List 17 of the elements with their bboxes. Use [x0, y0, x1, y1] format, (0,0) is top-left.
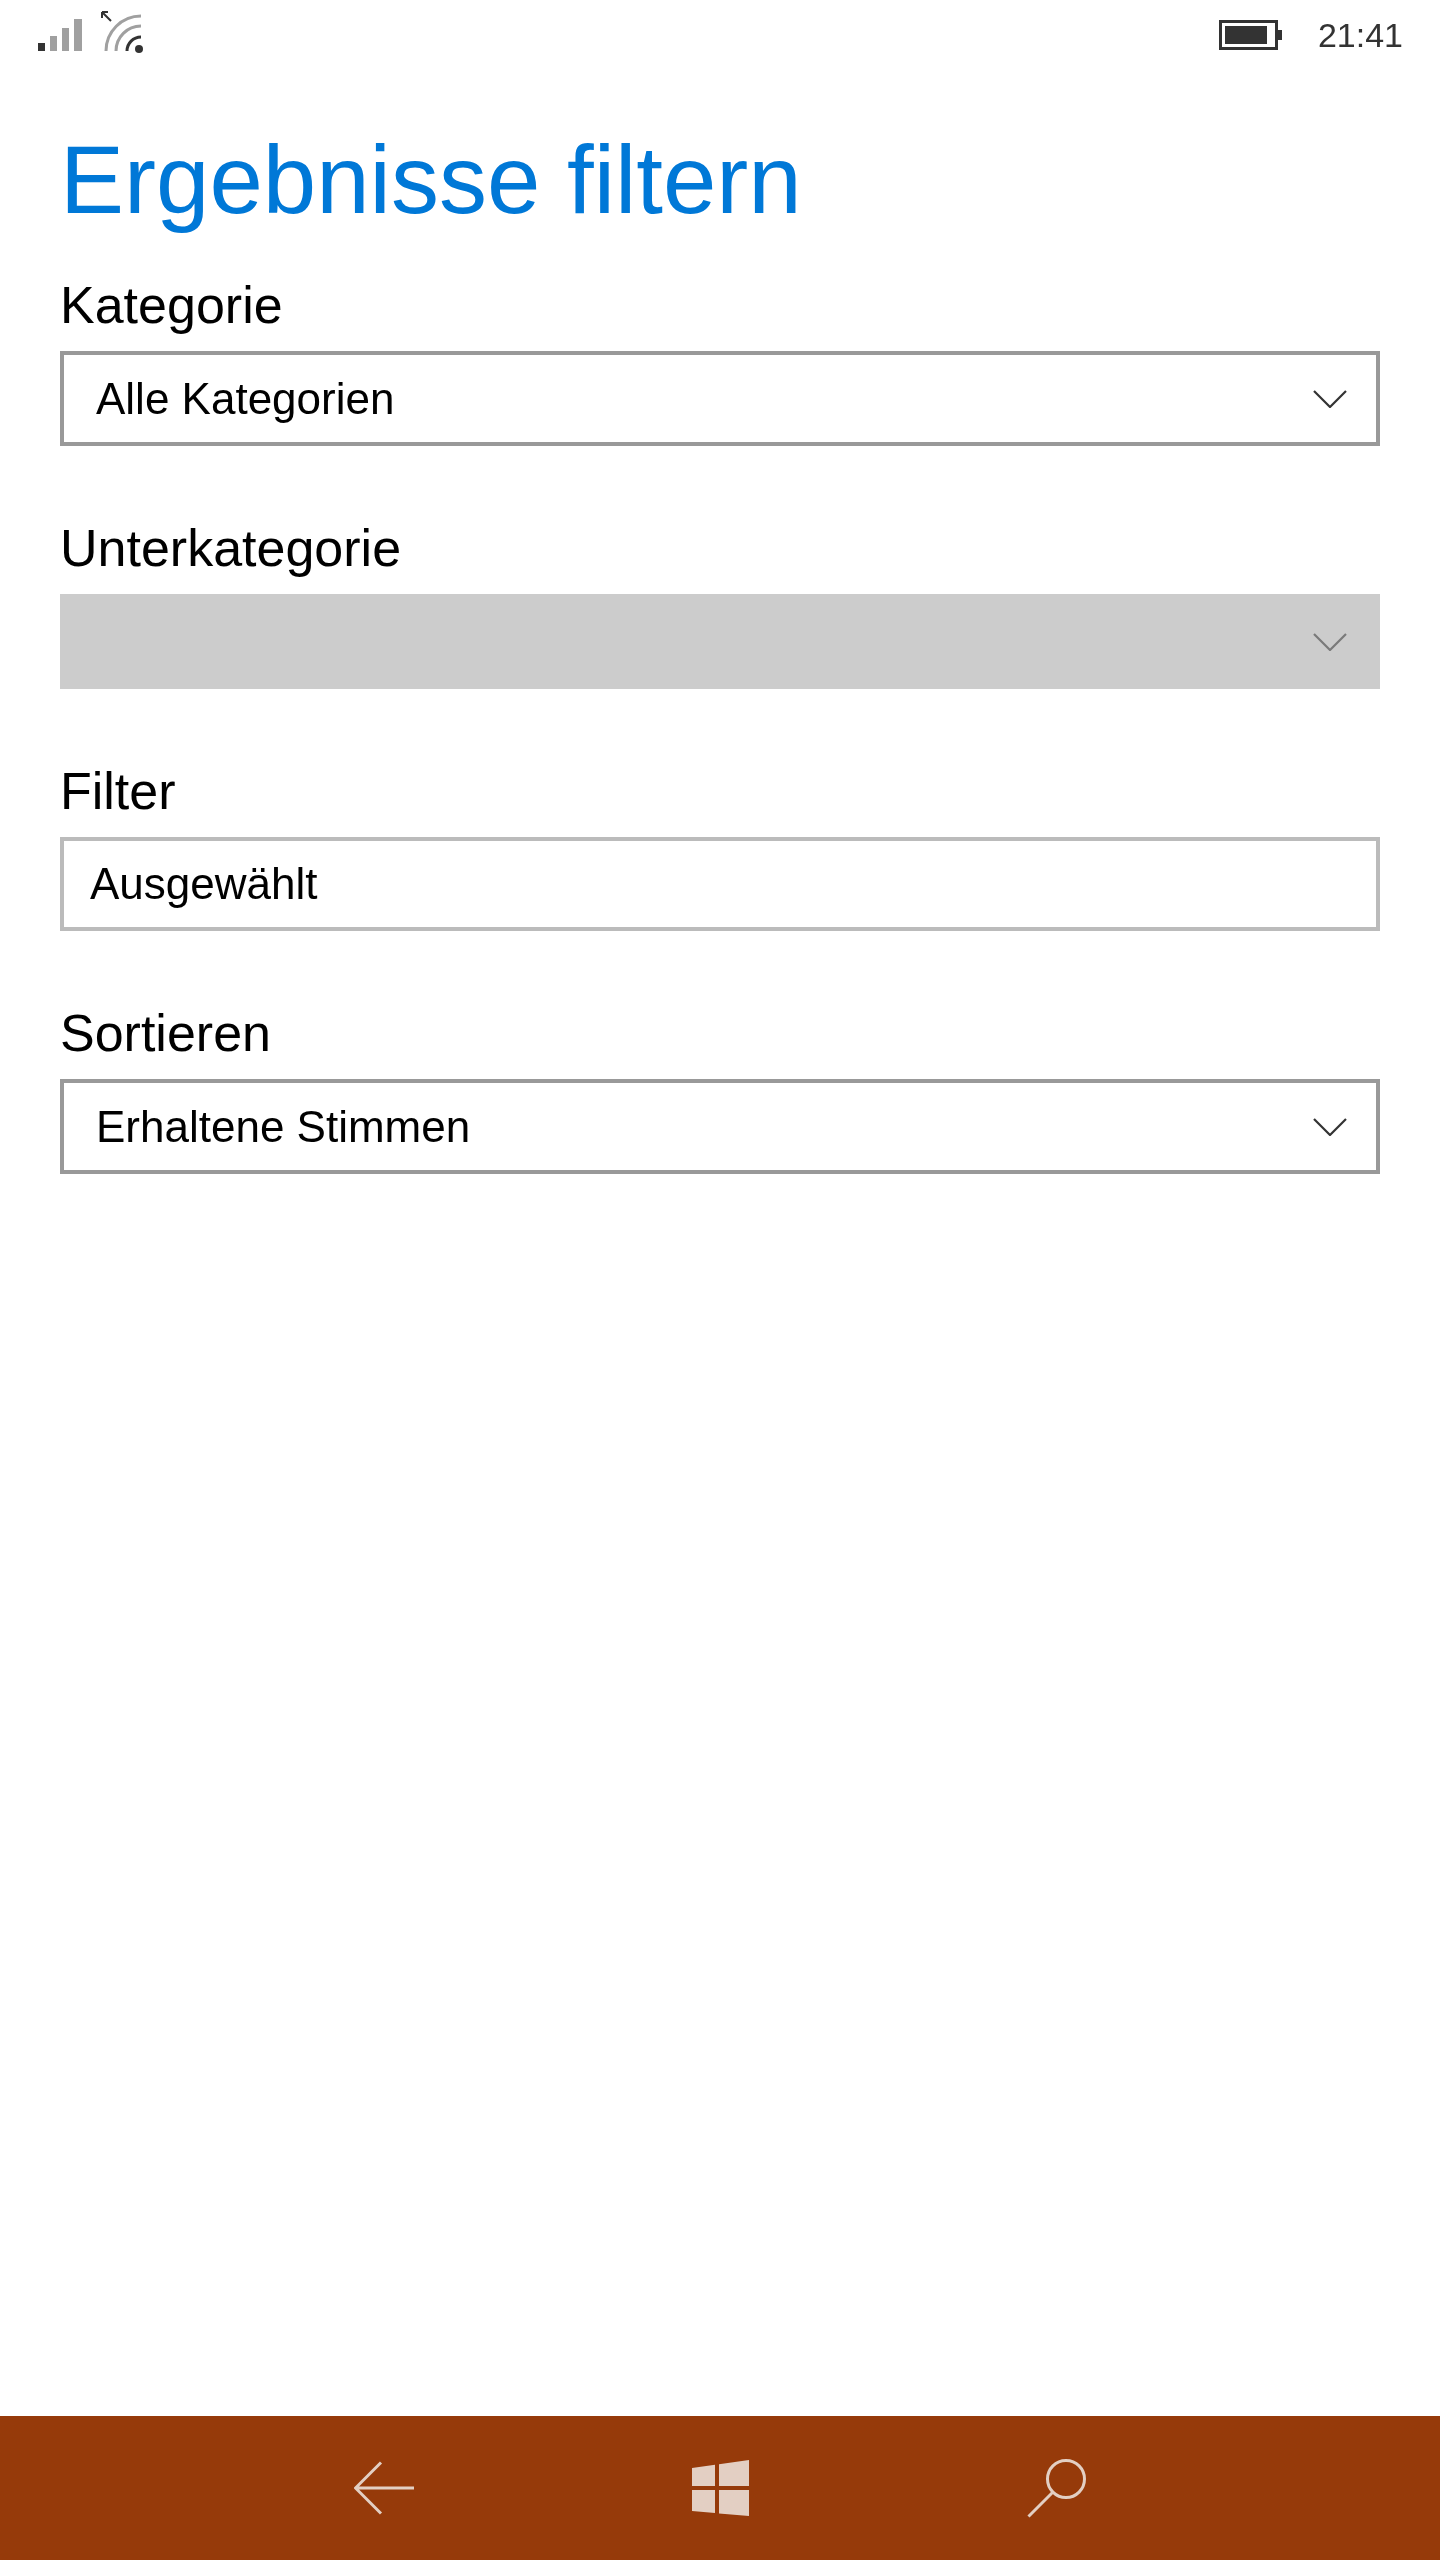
search-icon	[1026, 2458, 1086, 2518]
input-field[interactable]: Ausgewählt	[60, 837, 1380, 931]
signal-icon	[38, 19, 82, 51]
field-label: Filter	[60, 761, 176, 821]
page-title: Ergebnisse filtern	[60, 125, 802, 235]
window-tiles-icon	[691, 2460, 749, 2516]
chevron-icon	[1313, 389, 1347, 408]
dropdown[interactable]: Erhaltene Stimmen	[60, 1079, 1380, 1174]
dropdown[interactable]: Alle Kategorien	[60, 351, 1380, 446]
field-label: Sortieren	[60, 1003, 271, 1063]
field-label: Unterkategorie	[60, 518, 402, 578]
back-arrow-icon	[354, 2461, 414, 2515]
field-label: Kategorie	[60, 275, 283, 335]
status-time: 21:41	[1317, 18, 1403, 52]
battery-icon	[1218, 20, 1283, 50]
chevron-icon	[1313, 1117, 1347, 1136]
chevron-icon	[1313, 632, 1347, 651]
